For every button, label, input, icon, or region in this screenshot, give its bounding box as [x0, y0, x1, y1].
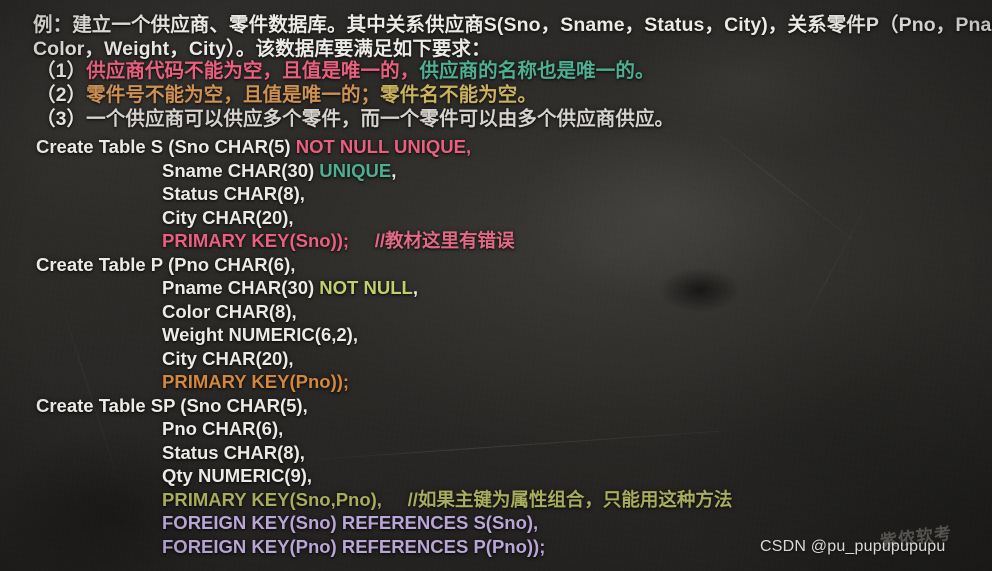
code-token: City CHAR(20), [162, 206, 294, 228]
code-token: NOT NULL UNIQUE [295, 136, 467, 157]
slide-content: 例：建立一个供应商、零件数据库。其中关系供应商S(Sno，Sname，Statu… [0, 0, 992, 571]
code-token: Sname CHAR(30) [162, 159, 320, 181]
requirement-text: 零件名不能为空。 [380, 84, 537, 106]
code-token: City CHAR(20), [162, 347, 294, 369]
code-comment: //如果主键为属性组合，只能用这种方法 [381, 488, 733, 510]
code-line: Qty NUMERIC(9), [162, 465, 313, 486]
code-token: PRIMARY KEY(Sno,Pno), [162, 488, 382, 510]
problem-statement-line-1: 例：建立一个供应商、零件数据库。其中关系供应商S(Sno，Sname，Statu… [33, 14, 992, 36]
code-line: PRIMARY KEY(Sno)); //教材这里有错误 [162, 230, 515, 251]
code-line: Create Table SP (Sno CHAR(5), [36, 394, 308, 416]
code-line: Sname CHAR(30) UNIQUE, [162, 159, 397, 181]
code-line: Create Table S (Sno CHAR(5) NOT NULL UNI… [36, 136, 472, 157]
code-token: Weight NUMERIC(6,2), [162, 324, 358, 345]
code-line: PRIMARY KEY(Pno)); [162, 371, 350, 392]
code-line: Pname CHAR(30) NOT NULL, [162, 277, 418, 298]
code-line: City CHAR(20), [162, 206, 294, 228]
code-token: , [412, 277, 418, 298]
requirement-line: （3）一个供应商可以供应多个零件，而一个零件可以由多个供应商供应。 [36, 108, 675, 130]
requirement-marker: （3） [36, 108, 87, 130]
code-line: Color CHAR(8), [162, 300, 297, 322]
code-token: Create Table SP (Sno CHAR(5), [36, 394, 308, 416]
code-line: PRIMARY KEY(Sno,Pno), //如果主键为属性组合，只能用这种方… [162, 488, 733, 510]
code-token: Create Table P (Pno CHAR(6), [36, 253, 296, 275]
code-token: Color CHAR(8), [162, 300, 297, 322]
requirement-text: 供应商代码不能为空，且值是唯一的， [86, 60, 420, 82]
requirement-marker: （2） [36, 84, 87, 106]
code-line: City CHAR(20), [162, 347, 294, 369]
code-token: PRIMARY KEY(Sno)); [162, 230, 350, 251]
code-line: Weight NUMERIC(6,2), [162, 324, 358, 345]
code-comment: //教材这里有错误 [349, 230, 515, 251]
code-token: UNIQUE [319, 159, 392, 181]
code-token: FOREIGN KEY(Pno) REFERENCES P(Pno)); [162, 535, 546, 557]
code-token: PRIMARY KEY(Pno)); [162, 371, 350, 392]
code-token: Status CHAR(8), [162, 183, 305, 204]
code-token: , [466, 136, 472, 157]
requirement-marker: （1） [36, 60, 87, 82]
code-line: Pno CHAR(6), [162, 418, 284, 439]
code-token: Create Table S (Sno CHAR(5) [36, 136, 296, 157]
watermark-csdn: CSDN @pu_pupupupupu [760, 538, 946, 555]
code-line: Create Table P (Pno CHAR(6), [36, 253, 296, 275]
requirement-text: 零件号不能为空，且值是唯一的； [86, 84, 381, 106]
code-token: , [391, 159, 397, 181]
code-line: Status CHAR(8), [162, 183, 305, 204]
code-token: Qty NUMERIC(9), [162, 465, 313, 486]
code-token: FOREIGN KEY(Sno) REFERENCES S(Sno), [162, 512, 539, 533]
code-line: Status CHAR(8), [162, 441, 305, 463]
problem-statement-line-2: Color，Weight，City）。该数据库要满足如下要求： [33, 38, 491, 60]
requirement-text: 供应商的名称也是唯一的。 [419, 60, 655, 82]
requirement-line: （2）零件号不能为空，且值是唯一的；零件名不能为空。 [36, 84, 537, 106]
requirement-line: （1）供应商代码不能为空，且值是唯一的，供应商的名称也是唯一的。 [36, 60, 655, 82]
code-line: FOREIGN KEY(Sno) REFERENCES S(Sno), [162, 512, 539, 533]
code-token: Status CHAR(8), [162, 441, 305, 463]
code-token: Pname CHAR(30) [162, 277, 320, 298]
code-line: FOREIGN KEY(Pno) REFERENCES P(Pno)); [162, 535, 546, 557]
blackboard-slide: 例：建立一个供应商、零件数据库。其中关系供应商S(Sno，Sname，Statu… [0, 0, 992, 571]
code-token: NOT NULL [319, 277, 413, 298]
code-token: Pno CHAR(6), [162, 418, 284, 439]
requirement-text: 一个供应商可以供应多个零件，而一个零件可以由多个供应商供应。 [86, 108, 675, 130]
